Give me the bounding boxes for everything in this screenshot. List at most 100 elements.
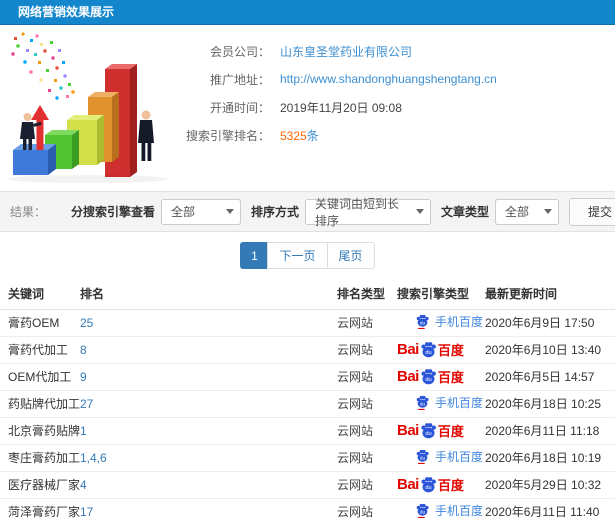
rank-type-cell: 云网站 <box>337 363 397 391</box>
table-header-row: 关键词 排名 排名类型 搜索引擎类型 最新更新时间 <box>0 279 615 310</box>
header-engine-type: 搜索引擎类型 <box>397 279 485 310</box>
engine-cell: du 手机百度 Bai du 手机百度 <box>397 390 485 418</box>
baidu-paw-icon: du <box>421 369 436 385</box>
page-button-last[interactable]: 尾页 <box>326 242 375 269</box>
table-row: 药贴牌代加工 27 云网站 du 手机百度 Bai <box>0 390 615 418</box>
page-button-next[interactable]: 下一页 <box>267 242 328 269</box>
baidu-logo-bai: Bai <box>397 368 419 385</box>
engine-filter-value: 全部 <box>170 205 195 219</box>
engine-cell: du 手机百度 Bai du 手机百度 <box>397 498 485 520</box>
info-row-rank-total: 搜索引擎排名： 5325条 <box>178 121 497 149</box>
rank-link[interactable]: 8 <box>80 336 337 364</box>
update-time-cell: 2020年6月18日 10:25 <box>485 390 615 418</box>
rank-type-cell: 云网站 <box>337 444 397 472</box>
rank-total-label: 搜索引擎排名： <box>185 128 270 143</box>
company-label: 会员公司： <box>209 44 270 59</box>
chevron-down-icon <box>544 208 552 214</box>
baidu-logo: Bai du 百度 <box>397 475 464 494</box>
rank-type-cell: 云网站 <box>337 498 397 520</box>
rank-link[interactable]: 27 <box>80 390 337 418</box>
keyword-cell: 膏药代加工 <box>0 336 80 364</box>
engine-cell: du 百度 Bai du 百度 <box>397 417 485 445</box>
sort-label: 排序方式 <box>250 205 299 219</box>
engine-label: 百度 <box>437 478 464 493</box>
pagination: 1 下一页 尾页 <box>0 232 615 279</box>
company-info: 会员公司： 山东皇圣堂药业有限公司 推广地址： http://www.shand… <box>178 37 497 149</box>
rank-type-cell: 云网站 <box>337 309 397 337</box>
page-button-current[interactable]: 1 <box>240 242 269 269</box>
header-rank-type: 排名类型 <box>337 279 397 310</box>
engine-filter-select[interactable]: 全部 <box>160 198 241 225</box>
keyword-cell: 北京膏药贴牌 <box>0 417 80 445</box>
rank-link[interactable]: 1 <box>80 417 337 445</box>
rank-link[interactable]: 25 <box>80 309 337 337</box>
mobile-baidu-logo: du 手机百度 <box>397 448 483 465</box>
chevron-down-icon <box>415 208 424 214</box>
mobile-baidu-logo: du 手机百度 <box>397 394 483 411</box>
rank-count: 5325 <box>280 128 307 143</box>
baidu-logo-bai: Bai <box>397 341 419 358</box>
baidu-red-underline <box>417 516 425 518</box>
table-row: 医疗器械厂家 4 云网站 du 百度 Bai du <box>0 471 615 499</box>
open-time-value: 2019年11月20日 09:08 <box>280 100 402 115</box>
baidu-logo-bai: Bai <box>397 476 419 493</box>
engine-label: 百度 <box>437 370 464 385</box>
rank-total-value: 5325条 <box>280 127 319 144</box>
bar-blue <box>13 144 56 175</box>
submit-button[interactable]: 提交 <box>569 197 615 226</box>
results-table: 关键词 排名 排名类型 搜索引擎类型 最新更新时间 膏药OEM 25 云网站 d… <box>0 279 615 520</box>
engine-label: 手机百度 <box>435 450 484 464</box>
rank-type-cell: 云网站 <box>337 336 397 364</box>
table-row: 菏泽膏药厂家 17 云网站 du 手机百度 Bai <box>0 498 615 520</box>
mobile-baidu-logo: du 手机百度 <box>397 502 483 519</box>
engine-label: 手机百度 <box>435 315 484 329</box>
update-time-cell: 2020年6月11日 11:40 <box>485 498 615 520</box>
table-row: 枣庄膏药加工 1,4,6 云网站 du 手机百度 Bai <box>0 444 615 472</box>
svg-text:du: du <box>425 485 431 491</box>
svg-text:du: du <box>425 377 431 383</box>
sort-select[interactable]: 关键词由短到长排序 <box>304 197 431 228</box>
promo-url-link[interactable]: http://www.shandonghuangshengtang.cn <box>280 72 497 86</box>
baidu-paw-icon: du <box>416 449 429 464</box>
rank-link[interactable]: 1,4,6 <box>80 444 337 472</box>
baidu-logo: Bai du 百度 <box>397 340 464 359</box>
svg-text:du: du <box>420 320 426 325</box>
bar-chart-growth-illustration <box>8 32 168 183</box>
article-type-select[interactable]: 全部 <box>495 198 559 225</box>
svg-text:du: du <box>420 509 426 514</box>
baidu-red-underline <box>417 462 425 464</box>
rank-type-cell: 云网站 <box>337 417 397 445</box>
update-time-cell: 2020年6月5日 14:57 <box>485 363 615 391</box>
engine-filter-label: 分搜索引擎查看 <box>70 205 155 219</box>
baidu-logo: Bai du 百度 <box>397 367 464 386</box>
keyword-cell: 菏泽膏药厂家 <box>0 498 80 520</box>
rank-type-cell: 云网站 <box>337 471 397 499</box>
table-body: 膏药OEM 25 云网站 du 手机百度 Bai d <box>0 309 615 520</box>
info-section: 会员公司： 山东皇圣堂药业有限公司 推广地址： http://www.shand… <box>0 25 615 191</box>
baidu-paw-icon: du <box>416 395 429 410</box>
table-row: 膏药OEM 25 云网站 du 手机百度 Bai d <box>0 309 615 337</box>
baidu-red-underline <box>417 327 425 329</box>
engine-label: 百度 <box>437 343 464 358</box>
update-time-cell: 2020年6月11日 11:18 <box>485 417 615 445</box>
baidu-paw-icon: du <box>421 477 436 493</box>
engine-cell: du 手机百度 Bai du 手机百度 <box>397 444 485 472</box>
update-time-cell: 2020年6月10日 13:40 <box>485 336 615 364</box>
info-row-url: 推广地址： http://www.shandonghuangshengtang.… <box>178 65 497 93</box>
businessman-right <box>138 110 154 161</box>
engine-label: 手机百度 <box>435 396 484 410</box>
rank-type-cell: 云网站 <box>337 390 397 418</box>
rank-link[interactable]: 17 <box>80 498 337 520</box>
baidu-paw-icon: du <box>416 314 429 329</box>
company-name-link[interactable]: 山东皇圣堂药业有限公司 <box>280 43 412 60</box>
baidu-logo: Bai du 百度 <box>397 421 464 440</box>
rank-link[interactable]: 9 <box>80 363 337 391</box>
open-time-label: 开通时间： <box>209 100 270 115</box>
keyword-cell: 药贴牌代加工 <box>0 390 80 418</box>
update-time-cell: 2020年6月9日 17:50 <box>485 309 615 337</box>
keyword-cell: 枣庄膏药加工 <box>0 444 80 472</box>
keyword-cell: 医疗器械厂家 <box>0 471 80 499</box>
baidu-logo-bai: Bai <box>397 422 419 439</box>
rank-link[interactable]: 4 <box>80 471 337 499</box>
filter-controls: 分搜索引擎查看 全部 排序方式 关键词由短到长排序 文章类型 全部 提交 <box>61 197 615 228</box>
